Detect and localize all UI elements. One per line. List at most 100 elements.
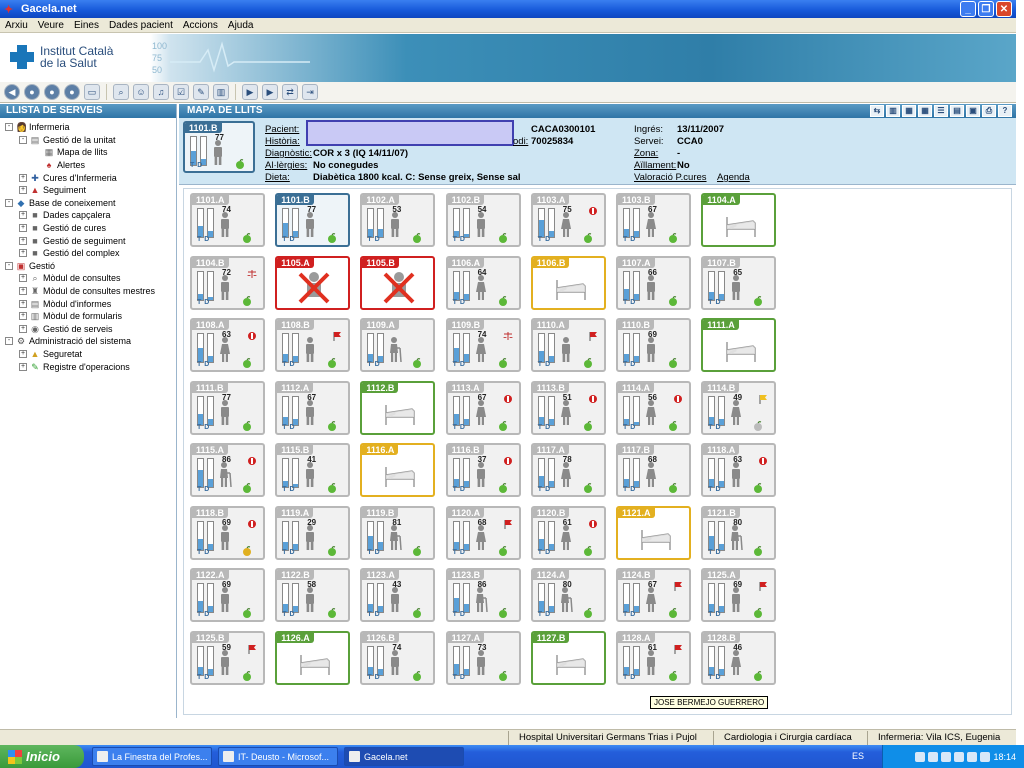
bed-1115-a[interactable]: 1115.A 86 TD (190, 443, 265, 497)
bed-1107-a[interactable]: 1107.A 66 TD (616, 255, 691, 310)
bed-1122-b[interactable]: 1122.B 58 TD (275, 568, 351, 622)
bed-1127-a[interactable]: 1127.A 73 TD (445, 630, 521, 685)
task-deusto[interactable]: IT- Deusto - Microsof... (218, 747, 338, 766)
bed-1115-b[interactable]: 1115.B 41 TD (275, 443, 351, 497)
sidebar-item-registre-d-operacions[interactable]: + ✎ Registre d'operacions (0, 360, 176, 373)
detail-view-icon[interactable]: ▤ (950, 105, 964, 117)
expand-icon[interactable]: + (19, 324, 27, 333)
expand-icon[interactable]: + (19, 299, 27, 308)
tray-messenger-icon[interactable] (954, 751, 965, 762)
collapse-icon[interactable]: - (5, 123, 13, 132)
expand-icon[interactable]: + (19, 211, 27, 220)
task-finestra[interactable]: La Finestra del Profes... (92, 747, 212, 766)
bed-1123-a[interactable]: 1123.A 43 TD (360, 568, 436, 622)
patient-name-field[interactable] (306, 120, 514, 146)
menu-arxiu[interactable]: Arxiu (0, 20, 33, 31)
close-button[interactable]: ✕ (996, 1, 1012, 17)
bed-1111-b[interactable]: 1111.B 77 TD (190, 380, 265, 435)
bed-1110-b[interactable]: 1110.B 69 TD (616, 318, 691, 372)
expand-icon[interactable]: + (19, 287, 27, 296)
sidebar-item-cures-d-infermeria[interactable]: + ✚ Cures d'Infermeria (0, 171, 176, 184)
expand-icon[interactable]: + (19, 173, 27, 182)
alert-dot-icon[interactable] (588, 206, 598, 216)
bed-1125-b[interactable]: 1125.B 59 TD (190, 630, 265, 685)
bed-1103-b[interactable]: 1103.B 67 TD (616, 193, 691, 247)
checklist-icon[interactable]: ☑ (173, 84, 189, 100)
two-column-view-icon[interactable]: ▥ (886, 105, 900, 117)
expand-icon[interactable]: + (19, 274, 27, 283)
sidebar-item-m-dul-de-formularis[interactable]: + ▥ Mòdul de formularis (0, 310, 176, 323)
alert-dot-icon[interactable] (503, 394, 513, 404)
stats-chart-icon[interactable]: ▥ (213, 84, 229, 100)
grid-small-view-icon[interactable]: ▦ (918, 105, 932, 117)
bed-1120-a[interactable]: 1120.A 68 TD (445, 505, 521, 560)
bed-1111-a[interactable]: 1111.A (701, 318, 777, 372)
tray-network-icon[interactable] (915, 751, 926, 762)
bed-1128-b[interactable]: 1128.B 46 TD (701, 630, 777, 685)
lock-view-icon[interactable]: ▣ (966, 105, 980, 117)
nav-home-icon[interactable]: ● (24, 84, 40, 100)
document-icon[interactable]: ▭ (84, 84, 100, 100)
swap-view-icon[interactable]: ⇆ (870, 105, 884, 117)
bed-1117-b[interactable]: 1117.B 68 TD (616, 443, 691, 497)
print-icon[interactable]: ⎙ (982, 105, 996, 117)
bed-1118-a[interactable]: 1118.A 63 TD (701, 443, 777, 497)
sidebar-item-gesti-del-complex[interactable]: + ■ Gestió del complex (0, 247, 176, 260)
link-valoracio[interactable]: Valoració P.cures (634, 172, 707, 183)
expand-icon[interactable]: + (19, 312, 27, 321)
list-view-icon[interactable]: ☰ (934, 105, 948, 117)
sidebar-item-alertes[interactable]: ♠ Alertes (0, 159, 176, 172)
expand-icon[interactable]: + (19, 349, 27, 358)
alert-dot-icon[interactable] (247, 456, 257, 466)
sidebar-item-m-dul-de-consultes[interactable]: + ⌕ Mòdul de consultes (0, 272, 176, 285)
tray-volume-icon[interactable] (941, 751, 952, 762)
bed-1107-b[interactable]: 1107.B 65 TD (701, 255, 777, 310)
tray-shield-icon[interactable] (928, 751, 939, 762)
red-flag-icon[interactable] (247, 644, 257, 654)
tray-security-icon[interactable] (980, 751, 991, 762)
tray-display-icon[interactable] (967, 751, 978, 762)
menu-dades-pacient[interactable]: Dades pacient (104, 20, 178, 31)
red-flag-icon[interactable] (332, 331, 342, 341)
sidebar-item-gesti-de-serveis[interactable]: + ◉ Gestió de serveis (0, 323, 176, 336)
collapse-icon[interactable]: - (5, 198, 13, 207)
bed-1113-a[interactable]: 1113.A 67 TD (445, 380, 521, 435)
red-flag-icon[interactable] (758, 581, 768, 591)
expand-icon[interactable]: + (19, 186, 27, 195)
menu-veure[interactable]: Veure (33, 20, 69, 31)
menu-ajuda[interactable]: Ajuda (223, 20, 259, 31)
maximize-button[interactable]: ❐ (978, 1, 994, 17)
bed-1109-a[interactable]: 1109.A TD (360, 318, 436, 372)
bed-1121-b[interactable]: 1121.B 80 TD (701, 505, 777, 560)
user-icon[interactable]: ☺ (133, 84, 149, 100)
bed-1123-b[interactable]: 1123.B 86 TD (445, 568, 521, 622)
red-flag-icon[interactable] (673, 581, 683, 591)
sidebar-item-seguiment[interactable]: + ▲ Seguiment (0, 184, 176, 197)
bed-1116-b[interactable]: 1116.B 37 TD (445, 443, 521, 497)
bed-1109-b[interactable]: 1109.B 74 TD (445, 318, 521, 372)
bed-1118-b[interactable]: 1118.B 69 TD (190, 505, 265, 560)
alert-dot-icon[interactable] (247, 519, 257, 529)
bed-1120-b[interactable]: 1120.B 61 TD (530, 505, 606, 560)
sidebar-item-m-dul-d-informes[interactable]: + ▤ Mòdul d'informes (0, 297, 176, 310)
bed-1104-b[interactable]: 1104.B 72 TD (190, 255, 265, 310)
alert-dot-icon[interactable] (588, 519, 598, 529)
bed-1117-a[interactable]: 1117.A 78 TD (530, 443, 606, 497)
bed-1121-a[interactable]: 1121.A (616, 505, 691, 560)
sidebar-item-gesti-[interactable]: - ▣ Gestió (0, 260, 176, 273)
menu-accions[interactable]: Accions (178, 20, 223, 31)
export-icon[interactable]: ⇥ (302, 84, 318, 100)
alert-dot-icon[interactable] (673, 394, 683, 404)
alert-dot-icon[interactable] (503, 456, 513, 466)
language-indicator[interactable]: ES (852, 751, 864, 761)
expand-icon[interactable]: + (19, 224, 27, 233)
link-agenda[interactable]: Agenda (717, 172, 750, 183)
alert-dot-icon[interactable] (247, 331, 257, 341)
bed-1106-a[interactable]: 1106.A 64 TD (445, 255, 521, 310)
red-flag-icon[interactable] (503, 519, 513, 529)
bed-1101-b[interactable]: 1101.B 77 TD (275, 193, 351, 247)
bed-1114-b[interactable]: 1114.B 49 TD (701, 380, 777, 435)
bed-1112-b[interactable]: 1112.B (360, 380, 436, 435)
sidebar-item-m-dul-de-consultes-mestres[interactable]: + ♜ Mòdul de consultes mestres (0, 285, 176, 298)
expand-icon[interactable]: + (19, 236, 27, 245)
